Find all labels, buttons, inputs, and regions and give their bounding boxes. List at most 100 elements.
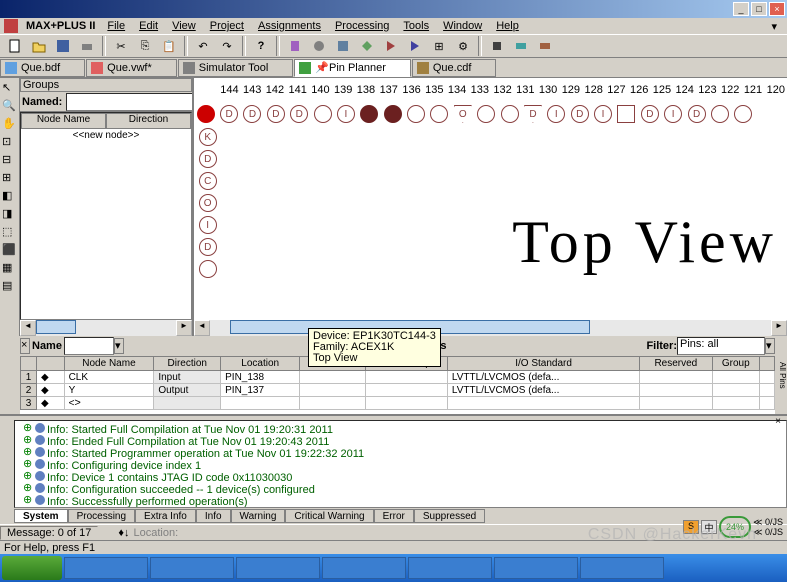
new-node-row[interactable]: <<new node>> — [21, 129, 191, 143]
zoom-tool[interactable]: 🔍 — [1, 98, 17, 114]
settings-button[interactable] — [308, 36, 330, 56]
tool-button-3[interactable]: ⊞ — [428, 36, 450, 56]
dropdown-icon[interactable]: × — [20, 338, 30, 354]
new-button[interactable] — [4, 36, 26, 56]
maximize-button[interactable]: □ — [751, 2, 767, 16]
assign-name-label: Name — [30, 340, 64, 352]
left-toolbar: ↖ 🔍 ✋ ⊡ ⊟ ⊞ ◧ ◨ ⬚ ⬛ ▦ ▤ — [0, 78, 20, 336]
close-button[interactable]: × — [769, 2, 785, 16]
badge-right: ≪ 0/JS≪ 0/JS — [753, 517, 783, 537]
pin-numbers: 1441431421411401391381371361351341331321… — [194, 78, 787, 102]
tool-11[interactable]: ▦ — [1, 260, 17, 276]
tool-button-4[interactable]: ⚙ — [452, 36, 474, 56]
menu-tools[interactable]: Tools — [397, 20, 435, 32]
pointer-tool[interactable]: ↖ — [1, 80, 17, 96]
col-node-name[interactable]: Node Name — [21, 113, 106, 129]
menu-assignments[interactable]: Assignments — [252, 20, 327, 32]
tool-button-1[interactable] — [332, 36, 354, 56]
messages-gutter — [0, 416, 14, 524]
menu-processing[interactable]: Processing — [329, 20, 395, 32]
groups-table: Node Name Direction <<new node>> — [20, 112, 192, 320]
menu-project[interactable]: Project — [204, 20, 250, 32]
name-input[interactable] — [66, 93, 210, 111]
message-list[interactable]: Info: Started Full Compilation at Tue No… — [14, 420, 787, 508]
menu-window[interactable]: Window — [437, 20, 488, 32]
main-area: ↖ 🔍 ✋ ⊡ ⊟ ⊞ ◧ ◨ ⬚ ⬛ ▦ ▤ Groups× Named: G… — [0, 78, 787, 336]
taskbar-button[interactable] — [64, 557, 148, 579]
copy-button[interactable]: ⎘ — [134, 36, 156, 56]
tab-cdf[interactable]: Que.cdf — [412, 59, 497, 77]
menu-file[interactable]: File — [101, 20, 131, 32]
watermark: CSDN @HackerKevn — [588, 526, 757, 544]
menu-edit[interactable]: Edit — [133, 20, 164, 32]
msg-tab-system[interactable]: System — [14, 509, 68, 523]
save-button[interactable] — [52, 36, 74, 56]
dropdown-icon[interactable]: ▾ — [765, 338, 775, 354]
taskbar-button[interactable] — [580, 557, 664, 579]
taskbar-button[interactable] — [408, 557, 492, 579]
tab-vwf[interactable]: Que.vwf* — [86, 59, 177, 77]
tool-5[interactable]: ⊟ — [1, 152, 17, 168]
hand-tool[interactable]: ✋ — [1, 116, 17, 132]
menu-view[interactable]: View — [166, 20, 202, 32]
msg-tab-error[interactable]: Error — [374, 509, 414, 523]
messages-panel: × Info: Started Full Compilation at Tue … — [0, 414, 787, 524]
msg-tab-warning[interactable]: Warning — [231, 509, 286, 523]
groups-scrollbar[interactable]: ◄ ► — [20, 320, 192, 336]
taskbar-button[interactable] — [236, 557, 320, 579]
tab-pin-planner[interactable]: 📌 Pin Planner — [294, 59, 411, 77]
menu-help[interactable]: Help — [490, 20, 525, 32]
undo-button[interactable]: ↶ — [192, 36, 214, 56]
pin-circles-top: DDDDIODIDIDID — [194, 102, 787, 126]
msg-tab-suppressed[interactable]: Suppressed — [414, 509, 485, 523]
minimize-button[interactable]: _ — [733, 2, 749, 16]
msg-tab-critical-warning[interactable]: Critical Warning — [285, 509, 373, 523]
tool-8[interactable]: ◨ — [1, 206, 17, 222]
taskbar-button[interactable] — [322, 557, 406, 579]
assign-name-input[interactable] — [64, 337, 114, 355]
groups-header: Groups× — [20, 78, 192, 92]
all-pins-gutter: All Pins — [775, 336, 787, 414]
window-controls: _ □ × — [733, 2, 785, 16]
filter-label: Filter: — [646, 340, 677, 352]
print-button[interactable] — [76, 36, 98, 56]
tool-4[interactable]: ⊡ — [1, 134, 17, 150]
groups-panel: Groups× Named: Groups Node Name Directio… — [20, 78, 192, 336]
compile-button[interactable] — [284, 36, 306, 56]
redo-button[interactable]: ↷ — [216, 36, 238, 56]
help-button[interactable]: ? — [250, 36, 272, 56]
scroll-left-icon[interactable]: ◄ — [20, 320, 36, 336]
start-button[interactable] — [2, 556, 62, 580]
tool-button-2[interactable] — [356, 36, 378, 56]
filter-dropdown[interactable]: Pins: all — [677, 337, 765, 355]
play-button[interactable] — [380, 36, 402, 56]
timing-button-2[interactable] — [534, 36, 556, 56]
msg-tab-extra-info[interactable]: Extra Info — [135, 509, 196, 523]
tool-6[interactable]: ⊞ — [1, 170, 17, 186]
tool-9[interactable]: ⬚ — [1, 224, 17, 240]
cut-button[interactable]: ✂ — [110, 36, 132, 56]
pin-view-scrollbar[interactable]: ◄► — [194, 320, 787, 336]
message-count: Message: 0 of 17 — [0, 526, 98, 540]
tool-12[interactable]: ▤ — [1, 278, 17, 294]
col-direction[interactable]: Direction — [106, 113, 191, 129]
msg-tab-processing[interactable]: Processing — [68, 509, 135, 523]
paste-button[interactable]: 📋 — [158, 36, 180, 56]
stop-button[interactable] — [404, 36, 426, 56]
scroll-right-icon[interactable]: ► — [176, 320, 192, 336]
timing-button[interactable] — [510, 36, 532, 56]
dropdown-icon[interactable]: ▾ — [114, 338, 124, 354]
chip-button[interactable] — [486, 36, 508, 56]
dropdown-icon[interactable]: ▾ — [765, 20, 783, 33]
app-title: MAX+PLUS II — [20, 20, 99, 32]
tab-bdf[interactable]: Que.bdf — [0, 59, 85, 77]
top-view-label: Top View — [512, 208, 777, 277]
tab-simulator[interactable]: Simulator Tool — [178, 59, 294, 77]
pin-view[interactable]: 1441431421411401391381371361351341331321… — [192, 78, 787, 336]
msg-tab-info[interactable]: Info — [196, 509, 231, 523]
tool-7[interactable]: ◧ — [1, 188, 17, 204]
tool-10[interactable]: ⬛ — [1, 242, 17, 258]
taskbar-button[interactable] — [150, 557, 234, 579]
open-button[interactable] — [28, 36, 50, 56]
taskbar-button[interactable] — [494, 557, 578, 579]
